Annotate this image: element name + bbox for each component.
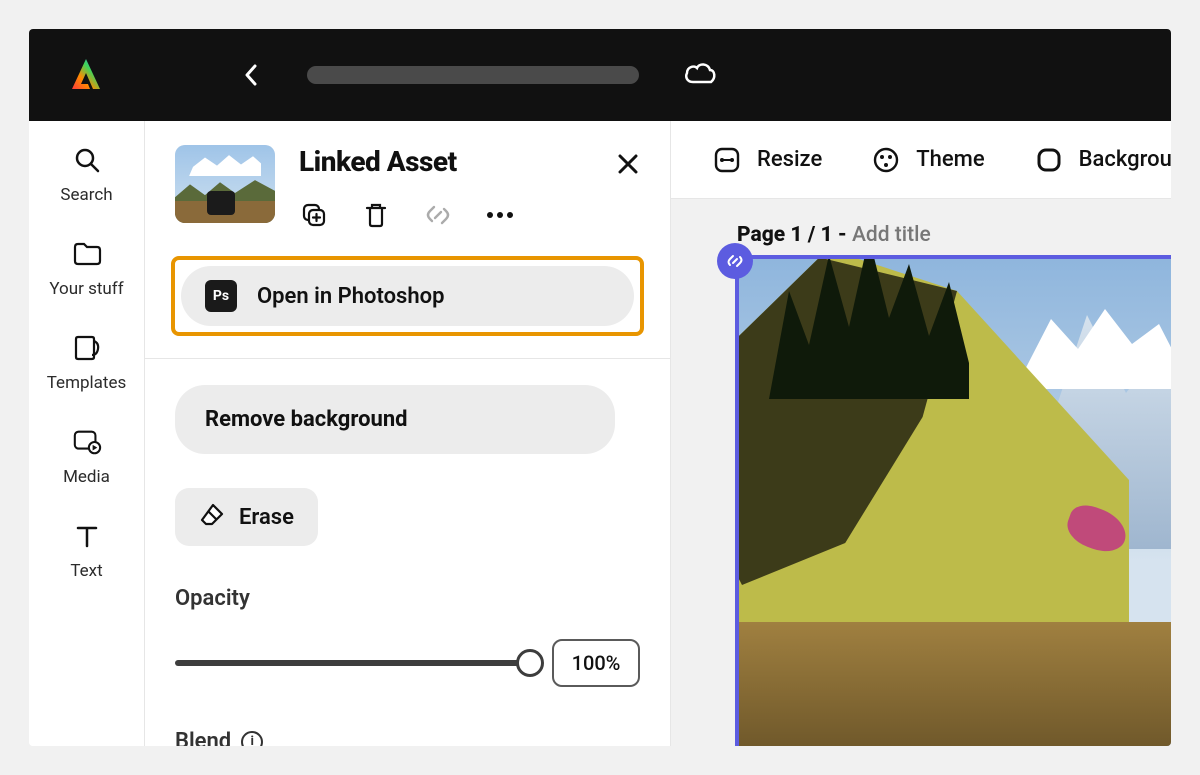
folder-icon	[72, 239, 102, 269]
canvas-area: Resize Theme Background Page 1 / 1 - Add…	[671, 121, 1171, 746]
resize-tool[interactable]: Resize	[711, 144, 822, 176]
search-icon	[72, 145, 102, 175]
background-label: Background	[1079, 147, 1171, 172]
panel-title-block: Linked Asset	[299, 145, 584, 230]
more-button[interactable]	[485, 200, 515, 230]
top-bar	[29, 29, 1171, 121]
opacity-control: 100%	[175, 639, 640, 687]
artboard-wrapper	[719, 245, 1171, 746]
rail-search[interactable]: Search	[29, 145, 144, 205]
artboard[interactable]	[735, 255, 1171, 746]
panel-section: Remove background Erase Opacity 100% Ble…	[145, 359, 670, 746]
panel-title: Linked Asset	[299, 145, 584, 178]
back-button[interactable]	[231, 55, 271, 95]
panel-header: Linked Asset	[145, 121, 670, 246]
erase-label: Erase	[239, 505, 294, 530]
open-in-photoshop-highlight: Ps Open in Photoshop	[171, 256, 644, 336]
photoshop-icon: Ps	[205, 280, 237, 312]
info-icon[interactable]: i	[241, 731, 263, 747]
rail-templates-label: Templates	[47, 373, 127, 393]
background-tool[interactable]: Background	[1033, 144, 1171, 176]
blend-label: Blend	[175, 729, 231, 746]
text-icon	[72, 521, 102, 551]
delete-button[interactable]	[361, 200, 391, 230]
duplicate-button[interactable]	[299, 200, 329, 230]
erase-button[interactable]: Erase	[175, 488, 318, 546]
background-icon	[1033, 144, 1065, 176]
remove-background-label: Remove background	[205, 407, 408, 432]
rail-your-stuff-label: Your stuff	[49, 279, 123, 299]
left-rail: Search Your stuff Templates Media Text	[29, 121, 145, 746]
theme-icon	[870, 144, 902, 176]
page-title-placeholder: Add title	[852, 223, 931, 247]
open-in-photoshop-label: Open in Photoshop	[257, 284, 444, 309]
templates-icon	[72, 333, 102, 363]
adobe-express-logo-icon[interactable]	[67, 56, 105, 94]
media-icon	[72, 427, 102, 457]
rail-text[interactable]: Text	[29, 521, 144, 581]
cloud-sync-icon[interactable]	[683, 60, 717, 90]
resize-label: Resize	[757, 147, 822, 172]
canvas-toolbar: Resize Theme Background	[671, 121, 1171, 199]
eraser-icon	[199, 502, 225, 532]
page-number: Page 1 / 1 -	[737, 223, 852, 247]
unlink-button[interactable]	[423, 200, 453, 230]
asset-thumbnail[interactable]	[175, 145, 275, 223]
rail-templates[interactable]: Templates	[29, 333, 144, 393]
rail-text-label: Text	[70, 561, 102, 581]
theme-label: Theme	[916, 147, 984, 172]
rail-search-label: Search	[60, 185, 112, 205]
opacity-slider[interactable]	[175, 660, 530, 666]
properties-panel: Linked Asset	[145, 121, 671, 746]
open-in-photoshop-button[interactable]: Ps Open in Photoshop	[181, 266, 634, 326]
rail-media-label: Media	[63, 467, 110, 487]
resize-icon	[711, 144, 743, 176]
blend-row: Blend i	[175, 729, 640, 746]
theme-tool[interactable]: Theme	[870, 144, 984, 176]
opacity-slider-knob[interactable]	[516, 649, 544, 677]
opacity-value-input[interactable]: 100%	[552, 639, 640, 687]
title-placeholder-bar[interactable]	[307, 66, 639, 84]
linked-asset-badge-icon[interactable]	[717, 243, 753, 279]
remove-background-button[interactable]: Remove background	[175, 385, 615, 454]
app-frame: Search Your stuff Templates Media Text	[29, 29, 1171, 746]
panel-actions	[299, 200, 584, 230]
rail-media[interactable]: Media	[29, 427, 144, 487]
rail-your-stuff[interactable]: Your stuff	[29, 239, 144, 299]
opacity-label: Opacity	[175, 586, 640, 611]
close-panel-button[interactable]	[616, 145, 640, 184]
